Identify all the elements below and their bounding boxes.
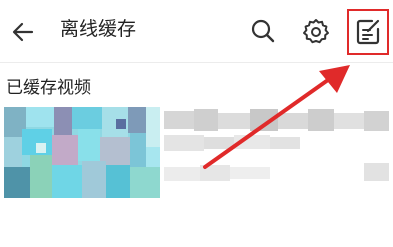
app-bar: 离线缓存 (0, 0, 393, 63)
gear-icon[interactable] (302, 17, 330, 45)
section-title: 已缓存视频 (6, 78, 91, 98)
search-icon[interactable] (249, 17, 277, 45)
edit-button-highlight (347, 9, 389, 55)
back-arrow-icon[interactable] (10, 19, 36, 45)
video-thumbnail (4, 107, 160, 198)
pointer-arrow (203, 65, 350, 169)
page-title: 离线缓存 (60, 18, 137, 40)
